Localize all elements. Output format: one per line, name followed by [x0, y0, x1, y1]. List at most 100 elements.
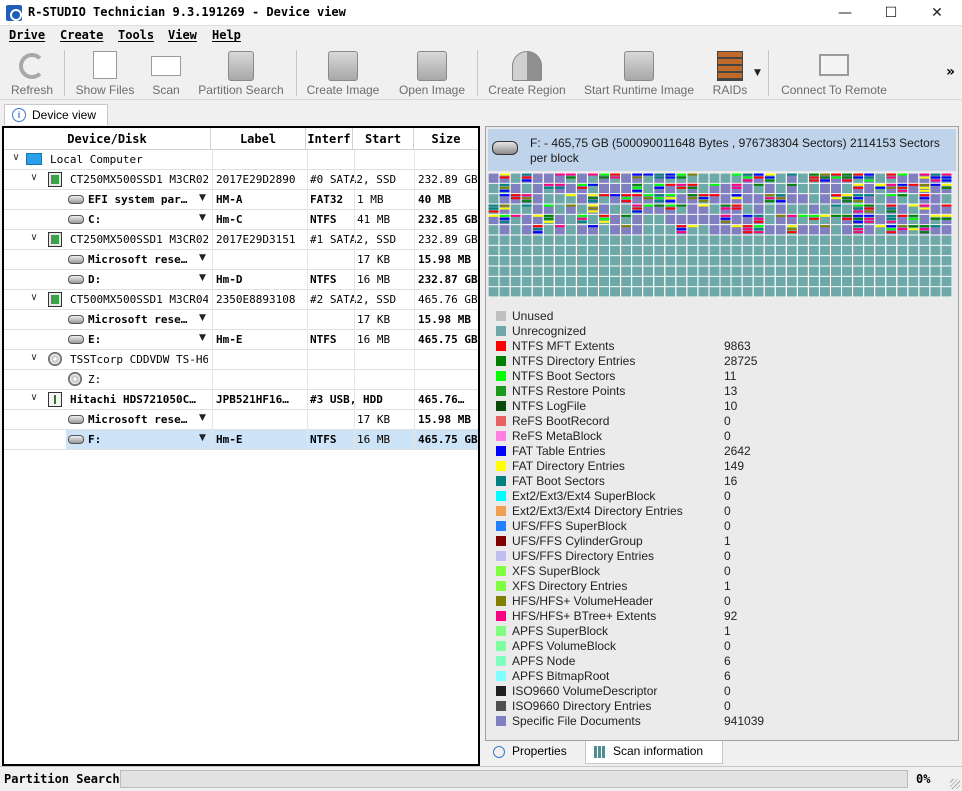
refresh-button[interactable]: Refresh: [6, 48, 58, 98]
connect-to-remote-button[interactable]: Connect To Remote: [774, 48, 894, 98]
menu-tools[interactable]: Tools: [118, 28, 154, 42]
partition-dropdown-icon[interactable]: ▼: [199, 333, 206, 343]
expand-toggle-icon[interactable]: ∨: [28, 292, 40, 306]
map-block-stripe: [886, 220, 897, 223]
table-row[interactable]: EFI system par… ▼ HM-A FAT32 1 MB 40 MB: [4, 190, 478, 210]
raids-dropdown-icon[interactable]: ▼: [754, 68, 761, 78]
table-row[interactable]: D: ▼ Hm-D NTFS 16 MB 232.87 GB: [4, 270, 478, 290]
map-block-stripe: [864, 194, 875, 197]
table-row[interactable]: ∨ Local Computer: [4, 150, 478, 170]
legend-swatch: [496, 671, 506, 681]
table-row[interactable]: Z:: [4, 370, 478, 390]
map-block: [621, 256, 632, 266]
maximize-button[interactable]: ☐: [868, 0, 914, 26]
map-block-stripe: [808, 214, 819, 217]
legend-name: APFS SuperBlock: [512, 624, 609, 638]
expand-toggle-icon[interactable]: ∨: [28, 352, 40, 366]
table-row[interactable]: Microsoft rese… ▼ 17 KB 15.98 MB: [4, 410, 478, 430]
create-image-button[interactable]: Create Image: [302, 48, 384, 98]
map-block-stripe: [753, 228, 764, 231]
column-label[interactable]: Label: [211, 132, 305, 146]
map-block-stripe: [897, 189, 908, 192]
map-block: [753, 287, 764, 297]
map-block: [698, 287, 709, 297]
map-block: [687, 276, 698, 287]
partition-dropdown-icon[interactable]: ▼: [199, 253, 206, 263]
map-block: [742, 183, 753, 194]
legend-name: UFS/FFS CylinderGroup: [512, 534, 643, 548]
table-row[interactable]: Microsoft rese… ▼ 17 KB 15.98 MB: [4, 250, 478, 270]
tab-scan-information[interactable]: Scan information: [585, 741, 723, 764]
column-device-disk[interactable]: Device/Disk: [4, 132, 210, 146]
resize-grip[interactable]: [950, 779, 960, 789]
expand-toggle-icon[interactable]: ∨: [10, 152, 22, 166]
map-block-stripe: [930, 176, 941, 179]
map-block-stripe: [908, 228, 919, 231]
menu-view[interactable]: View: [168, 28, 197, 42]
menu-drive[interactable]: Drive: [9, 28, 45, 42]
expand-toggle-icon[interactable]: ∨: [28, 392, 40, 406]
map-block-stripe: [764, 194, 775, 197]
open-image-button[interactable]: Open Image: [394, 48, 470, 98]
table-row[interactable]: F: ▼ Hm-E NTFS 16 MB 465.75 GB: [4, 430, 478, 450]
table-row[interactable]: C: ▼ Hm-C NTFS 41 MB 232.85 GB: [4, 210, 478, 230]
toolbar-overflow-button[interactable]: »: [946, 64, 955, 80]
partition-dropdown-icon[interactable]: ▼: [199, 193, 206, 203]
tab-device-view[interactable]: i Device view: [4, 104, 108, 125]
create-region-button[interactable]: Create Region: [484, 48, 570, 98]
map-block: [775, 256, 786, 266]
map-block: [930, 276, 941, 287]
tab-properties[interactable]: Properties: [485, 741, 583, 764]
partition-dropdown-icon[interactable]: ▼: [199, 413, 206, 423]
table-row[interactable]: ∨ CT250MX500SSD1 M3CR023 2017E29D2890 #0 SA…: [4, 170, 478, 190]
column-interf[interactable]: Interf: [306, 132, 352, 146]
expand-toggle-icon[interactable]: ∨: [28, 172, 40, 186]
partition-dropdown-icon[interactable]: ▼: [199, 213, 206, 223]
menu-create[interactable]: Create: [60, 28, 103, 42]
menu-help[interactable]: Help: [212, 28, 241, 42]
map-block: [510, 276, 521, 287]
raids-button[interactable]: RAIDs: [708, 48, 752, 98]
map-block: [554, 256, 565, 266]
table-row[interactable]: ∨ CT500MX500SSD1 M3CR046 2350E8893108 #2 SA…: [4, 290, 478, 310]
map-block-stripe: [654, 176, 665, 179]
column-size[interactable]: Size: [414, 132, 478, 146]
map-block-stripe: [621, 197, 632, 200]
map-block: [510, 204, 521, 214]
close-button[interactable]: ✕: [914, 0, 960, 26]
legend-count: 0: [724, 504, 731, 518]
map-block-stripe: [853, 183, 864, 186]
table-row[interactable]: ∨ CT250MX500SSD1 M3CR023 2017E29D3151 #1 SA…: [4, 230, 478, 250]
map-block: [587, 235, 598, 245]
map-block: [908, 194, 919, 204]
start-runtime-image-button[interactable]: Start Runtime Image: [578, 48, 700, 98]
map-block-stripe: [842, 217, 853, 220]
show-files-button[interactable]: Show Files: [70, 48, 140, 98]
table-row[interactable]: ∨ TSSTcorp CDDVDW TS-H6…: [4, 350, 478, 370]
map-block-stripe: [521, 176, 532, 179]
map-block: [499, 235, 510, 245]
map-block: [687, 266, 698, 276]
partition-dropdown-icon[interactable]: ▼: [199, 273, 206, 283]
partition-search-button[interactable]: Partition Search: [194, 48, 288, 98]
expand-toggle-icon[interactable]: ∨: [28, 232, 40, 246]
map-block-stripe: [632, 194, 643, 197]
column-start[interactable]: Start: [353, 132, 413, 146]
table-row[interactable]: Microsoft rese… ▼ 17 KB 15.98 MB: [4, 310, 478, 330]
map-block-stripe: [941, 173, 952, 176]
partition-icon: [68, 415, 84, 424]
map-block-stripe: [499, 214, 510, 217]
minimize-button[interactable]: —: [822, 0, 868, 26]
partition-dropdown-icon[interactable]: ▼: [199, 433, 206, 443]
table-row[interactable]: E: ▼ Hm-E NTFS 16 MB 465.75 GB: [4, 330, 478, 350]
map-block: [643, 214, 654, 225]
map-block: [819, 235, 830, 245]
map-block: [554, 266, 565, 276]
legend-count: 1: [724, 534, 731, 548]
map-block: [830, 225, 842, 235]
table-row[interactable]: ∨ Hitachi HDS721050C… JPB521HF16… #3 USB, H…: [4, 390, 478, 410]
partition-dropdown-icon[interactable]: ▼: [199, 313, 206, 323]
map-block: [521, 214, 532, 225]
map-block: [786, 194, 797, 204]
scan-button[interactable]: Scan: [146, 48, 186, 98]
